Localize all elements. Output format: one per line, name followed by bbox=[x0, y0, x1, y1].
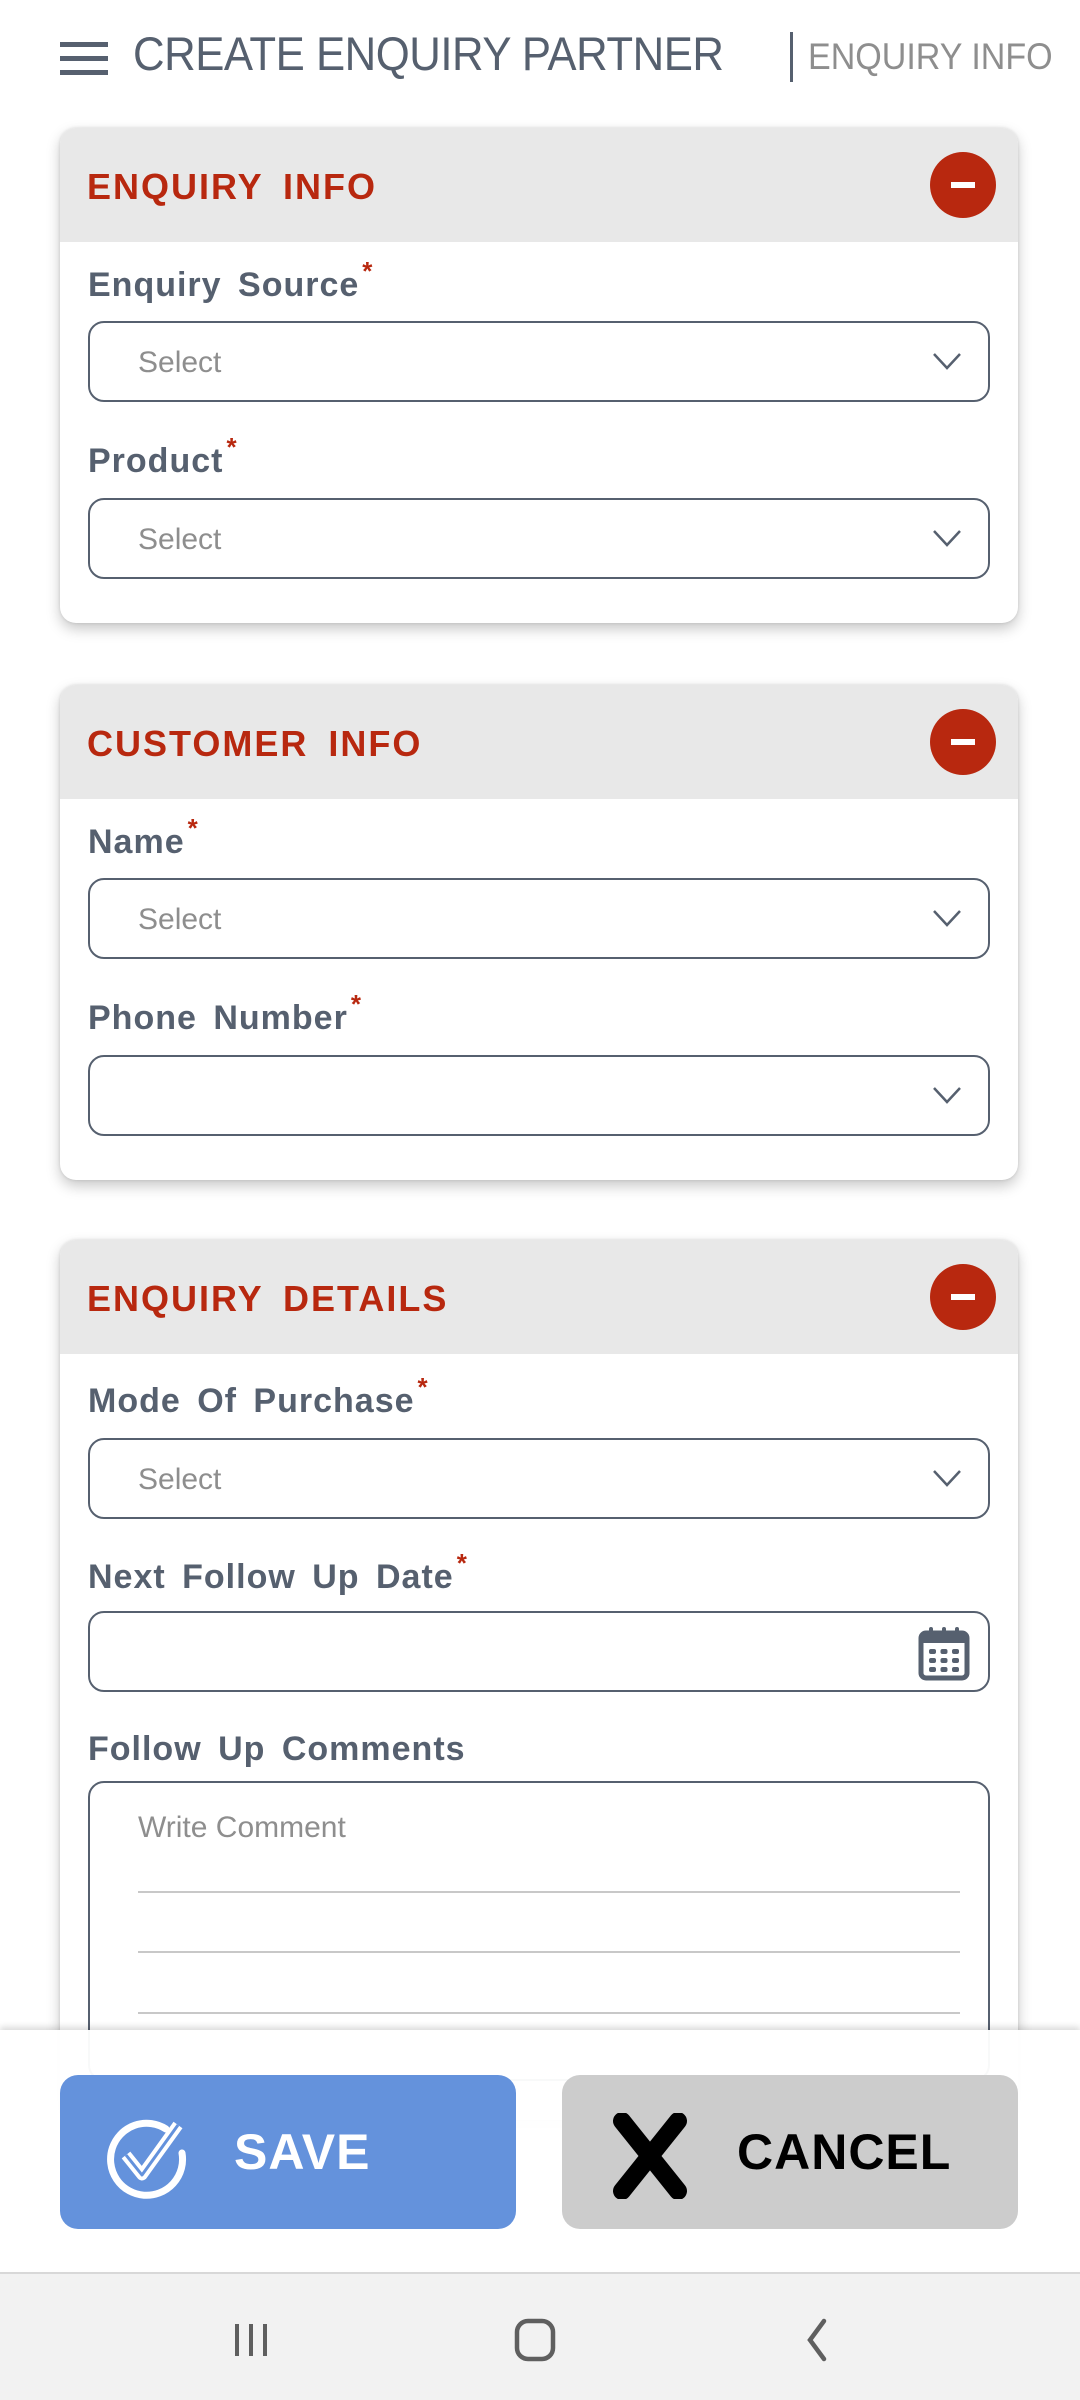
required-asterisk: * bbox=[350, 989, 362, 1019]
customer-info-card: CUSTOMER INFO Name * Select Phone Number * bbox=[60, 685, 1018, 1180]
product-select[interactable]: Select bbox=[88, 498, 990, 579]
select-placeholder: Select bbox=[138, 346, 222, 379]
next-follow-up-date-label: Next Follow Up Date * bbox=[88, 1548, 468, 1597]
minus-circle-icon[interactable] bbox=[930, 152, 996, 218]
card-title: CUSTOMER INFO bbox=[87, 723, 423, 764]
label-text: Follow Up Comments bbox=[88, 1730, 466, 1768]
home-icon[interactable] bbox=[505, 2310, 565, 2370]
chevron-down-icon bbox=[933, 530, 961, 547]
title-divider bbox=[790, 32, 793, 82]
card-title: ENQUIRY INFO bbox=[87, 166, 378, 207]
card-header: ENQUIRY DETAILS bbox=[60, 1240, 1018, 1354]
close-x-icon bbox=[613, 2113, 687, 2199]
label-text: Enquiry Source bbox=[88, 266, 360, 304]
product-label: Product * bbox=[88, 432, 238, 481]
create-enquiry-partner-screen: CREATE ENQUIRY PARTNER ENQUIRY INFO ENQU… bbox=[0, 0, 1080, 2400]
label-text: Next Follow Up Date bbox=[88, 1558, 454, 1596]
menu-line bbox=[60, 56, 108, 61]
save-label: SAVE bbox=[234, 2124, 371, 2180]
mode-of-purchase-select[interactable]: Select bbox=[88, 1438, 990, 1519]
required-asterisk: * bbox=[187, 813, 199, 843]
card-title: ENQUIRY DETAILS bbox=[87, 1278, 449, 1319]
system-navigation-bar bbox=[0, 2272, 1080, 2400]
textarea-placeholder: Write Comment bbox=[138, 1811, 346, 1844]
cancel-label: CANCEL bbox=[737, 2124, 952, 2180]
label-text: Name bbox=[88, 823, 185, 861]
enquiry-info-card: ENQUIRY INFO Enquiry Source * Select Prod… bbox=[60, 128, 1018, 623]
label-text: Mode Of Purchase bbox=[88, 1382, 415, 1420]
app-header: CREATE ENQUIRY PARTNER ENQUIRY INFO bbox=[0, 0, 1080, 110]
check-circle-icon bbox=[107, 2119, 187, 2199]
chevron-down-icon bbox=[933, 1470, 961, 1487]
select-placeholder: Select bbox=[138, 1463, 222, 1496]
name-label: Name * bbox=[88, 813, 199, 862]
name-select[interactable]: Select bbox=[88, 878, 990, 959]
hamburger-menu-icon[interactable] bbox=[60, 40, 110, 75]
enquiry-details-card: ENQUIRY DETAILS Mode Of Purchase * Select… bbox=[60, 1240, 1018, 2120]
page-subtitle: ENQUIRY INFO bbox=[808, 36, 1053, 77]
select-placeholder: Select bbox=[138, 523, 222, 556]
phone-number-select[interactable] bbox=[88, 1055, 990, 1136]
ruled-line bbox=[138, 1891, 960, 1893]
ruled-line bbox=[138, 2012, 960, 2014]
save-button[interactable]: SAVE bbox=[60, 2075, 516, 2229]
phone-number-label: Phone Number * bbox=[88, 989, 362, 1038]
menu-line bbox=[60, 70, 108, 75]
action-footer: SAVE CANCEL bbox=[0, 2030, 1080, 2272]
enquiry-source-select[interactable]: Select bbox=[88, 321, 990, 402]
required-asterisk: * bbox=[456, 1548, 468, 1578]
label-text: Product bbox=[88, 442, 224, 480]
card-header: CUSTOMER INFO bbox=[60, 685, 1018, 799]
label-text: Phone Number bbox=[88, 999, 348, 1037]
ruled-line bbox=[138, 1951, 960, 1953]
minus-circle-icon[interactable] bbox=[930, 709, 996, 775]
enquiry-source-label: Enquiry Source * bbox=[88, 256, 373, 305]
required-asterisk: * bbox=[226, 432, 238, 462]
recent-apps-icon[interactable] bbox=[222, 2310, 282, 2370]
page-title: CREATE ENQUIRY PARTNER bbox=[133, 27, 724, 80]
mode-of-purchase-label: Mode Of Purchase * bbox=[88, 1372, 429, 1421]
follow-up-comments-label: Follow Up Comments bbox=[88, 1730, 466, 1769]
back-icon[interactable] bbox=[788, 2310, 848, 2370]
minus-circle-icon[interactable] bbox=[930, 1264, 996, 1330]
required-asterisk: * bbox=[417, 1372, 429, 1402]
required-asterisk: * bbox=[362, 256, 374, 286]
chevron-down-icon bbox=[933, 353, 961, 370]
next-follow-up-date-input[interactable] bbox=[88, 1611, 990, 1692]
cancel-button[interactable]: CANCEL bbox=[562, 2075, 1018, 2229]
select-placeholder: Select bbox=[138, 903, 222, 936]
card-header: ENQUIRY INFO bbox=[60, 128, 1018, 242]
chevron-down-icon bbox=[933, 1087, 961, 1104]
calendar-icon[interactable] bbox=[918, 1625, 970, 1681]
menu-line bbox=[60, 42, 108, 47]
chevron-down-icon bbox=[933, 910, 961, 927]
